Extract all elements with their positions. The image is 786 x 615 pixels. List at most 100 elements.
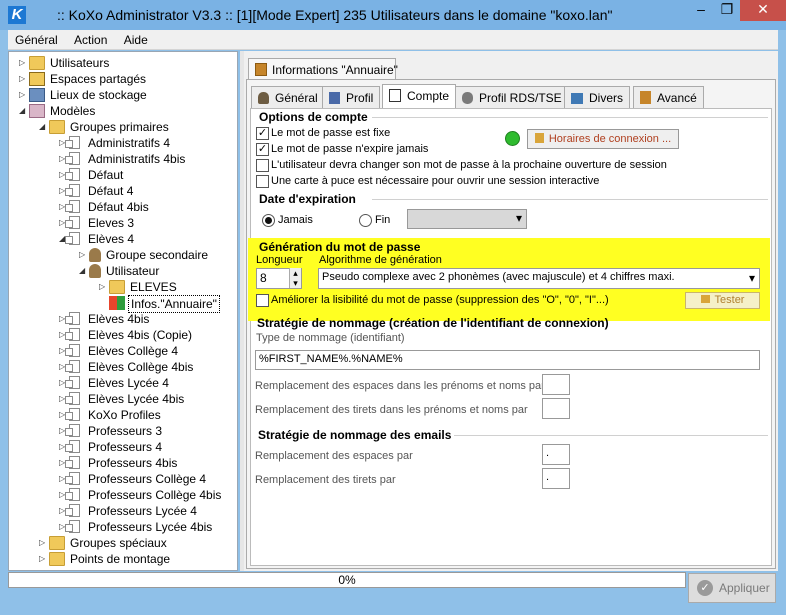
naming-type-input[interactable]: %FIRST_NAME%.%NAME% [255, 350, 760, 370]
tree-item[interactable]: ▷ ELEVES [99, 279, 179, 295]
radio-never-label: Jamais [278, 214, 313, 226]
radio-end-date[interactable] [359, 214, 372, 227]
account-options-title: Options de compte [259, 110, 368, 124]
radio-never[interactable] [262, 214, 275, 227]
tree-item[interactable]: ▷ Professeurs Lycée 4bis [59, 519, 214, 535]
tree-item[interactable]: ▷ Défaut [59, 167, 125, 183]
minimize-button[interactable]: – [688, 0, 714, 21]
menu-action[interactable]: Action [67, 30, 113, 47]
expand-arrow-icon[interactable]: ▷ [39, 535, 49, 551]
email-dashes-input[interactable]: . [542, 468, 570, 489]
tree-item[interactable]: ▷ Elèves Collège 4bis [59, 359, 195, 375]
expand-arrow-icon[interactable]: ▷ [19, 87, 29, 103]
tree-item[interactable]: ◢ Utilisateur [79, 263, 161, 279]
apply-button[interactable]: ✓ Appliquer [688, 573, 776, 603]
menu-general[interactable]: Général [8, 30, 64, 47]
tree-item[interactable]: ▷ Points de montage [39, 551, 172, 567]
navigation-tree[interactable]: ▷ Utilisateurs ▷ Espaces partagés ▷ Lieux de … [8, 51, 238, 571]
advanced-icon [640, 91, 651, 104]
tab-general-label: Général [275, 91, 318, 105]
tab-compte[interactable]: Compte [382, 84, 457, 109]
expand-arrow-icon[interactable]: ▷ [39, 551, 49, 567]
expiration-date-picker[interactable]: ▾ [407, 209, 527, 229]
person-icon [258, 92, 269, 104]
document-icon [65, 472, 80, 485]
naming-dashes-input[interactable] [542, 398, 570, 419]
tree-item[interactable]: ▷ Administratifs 4bis [59, 151, 187, 167]
tree-item[interactable]: ▷ Administratifs 4 [59, 135, 172, 151]
maximize-button[interactable]: ❐ [714, 0, 740, 21]
tree-item[interactable]: Infos."Annuaire" [99, 295, 220, 313]
expand-arrow-icon[interactable]: ▷ [19, 55, 29, 71]
tree-item[interactable]: ▷ Elèves 4bis (Copie) [59, 327, 194, 343]
tab-profil-rds-tse[interactable]: Profil RDS/TSE [455, 86, 569, 108]
document-icon [65, 424, 80, 437]
tree-item[interactable]: ▷ Eleves 3 [59, 215, 136, 231]
tab-informations-annuaire[interactable]: Informations "Annuaire" [248, 58, 398, 80]
expand-arrow-icon[interactable]: ▷ [99, 279, 109, 295]
checkbox-must-change-password[interactable] [256, 159, 269, 172]
naming-spaces-input[interactable] [542, 374, 570, 395]
test-button[interactable]: Tester [685, 292, 760, 309]
section-divider [372, 117, 768, 118]
collapse-arrow-icon[interactable]: ◢ [79, 263, 89, 279]
tree-item[interactable]: ◢ Groupes primaires [39, 119, 171, 135]
tab-avance[interactable]: Avancé [633, 86, 704, 108]
tab-divers-label: Divers [589, 91, 624, 105]
document-icon [65, 456, 80, 469]
tree-item[interactable]: ▷ Elèves Collège 4 [59, 343, 180, 359]
progress-text: 0% [338, 573, 356, 587]
account-icon [389, 89, 401, 102]
tree-item[interactable]: ▷ Elèves Lycée 4bis [59, 391, 186, 407]
tree-item-label: Défaut 4 [88, 184, 134, 198]
tree-item[interactable]: ▷ Professeurs Collège 4bis [59, 487, 223, 503]
tab-divers[interactable]: Divers [564, 86, 631, 108]
algorithm-select[interactable]: Pseudo complexe avec 2 phonèmes (avec ma… [318, 268, 760, 289]
tree-item[interactable]: ▷ Espaces partagés [19, 71, 148, 87]
tree-item[interactable]: ▷ KoXo Profiles [59, 407, 163, 423]
checkbox-improve-readability[interactable] [256, 294, 269, 307]
tree-item[interactable]: ◢ Elèves 4 [59, 231, 136, 247]
tree-item[interactable]: ▷ Défaut 4bis [59, 199, 151, 215]
checkbox-password-never-expires[interactable]: ✓ [256, 143, 269, 156]
key-icon [700, 295, 710, 303]
document-icon [65, 360, 80, 373]
tree-item[interactable]: ▷ Défaut 4 [59, 183, 135, 199]
expand-arrow-icon[interactable]: ▷ [79, 247, 89, 263]
checkbox-password-fixed[interactable]: ✓ [256, 127, 269, 140]
tab-profil[interactable]: Profil [322, 86, 381, 108]
menu-aide[interactable]: Aide [117, 30, 154, 47]
tree-item-label: KoXo Profiles [88, 408, 161, 422]
login-hours-button[interactable]: Horaires de connexion ... [527, 129, 679, 149]
checkbox-smartcard-required[interactable] [256, 175, 269, 188]
tree-item[interactable]: ◢ Modèles [19, 103, 97, 119]
tree-item[interactable]: ▷ Professeurs Lycée 4 [59, 503, 199, 519]
tree-item[interactable]: ▷ Groupe secondaire [79, 247, 210, 263]
rds-profile-icon [462, 92, 473, 104]
tree-item[interactable]: ▷ Elèves Lycée 4 [59, 375, 171, 391]
tree-item[interactable]: ▷ Professeurs 3 [59, 423, 164, 439]
must-change-password-label: L'utilisateur devra changer son mot de p… [271, 159, 667, 171]
tree-item-label: Lieux de stockage [50, 88, 147, 102]
tree-item[interactable]: ▷ Professeurs 4 [59, 439, 164, 455]
tree-item[interactable]: ▷ Utilisateurs [19, 55, 111, 71]
tree-item[interactable]: ▷ Lieux de stockage [19, 87, 149, 103]
window-title: :: KoXo Administrator V3.3 :: [1][Mode E… [57, 7, 613, 23]
tree-item[interactable]: ▷ Groupes spéciaux [39, 535, 169, 551]
collapse-arrow-icon[interactable]: ◢ [39, 119, 49, 135]
tree-item[interactable]: ▷ Professeurs Collège 4 [59, 471, 208, 487]
title-bar[interactable]: K :: KoXo Administrator V3.3 :: [1][Mode… [0, 0, 786, 30]
spin-down-icon[interactable]: ▾ [289, 278, 301, 288]
tree-item-label: Défaut [88, 168, 124, 182]
spin-up-icon[interactable]: ▴ [289, 268, 301, 278]
tab-general[interactable]: Général [251, 86, 325, 108]
expand-arrow-icon[interactable]: ▷ [19, 71, 29, 87]
collapse-arrow-icon[interactable]: ◢ [19, 103, 29, 119]
login-hours-button-label: Horaires de connexion ... [548, 133, 672, 145]
tree-item[interactable]: ▷ Elèves 4bis [59, 311, 151, 327]
tree-item[interactable]: ▷ Professeurs 4bis [59, 455, 179, 471]
email-spaces-input[interactable]: . [542, 444, 570, 465]
close-button[interactable]: ✕ [740, 0, 786, 21]
share-icon [29, 72, 45, 86]
document-icon [65, 200, 80, 213]
